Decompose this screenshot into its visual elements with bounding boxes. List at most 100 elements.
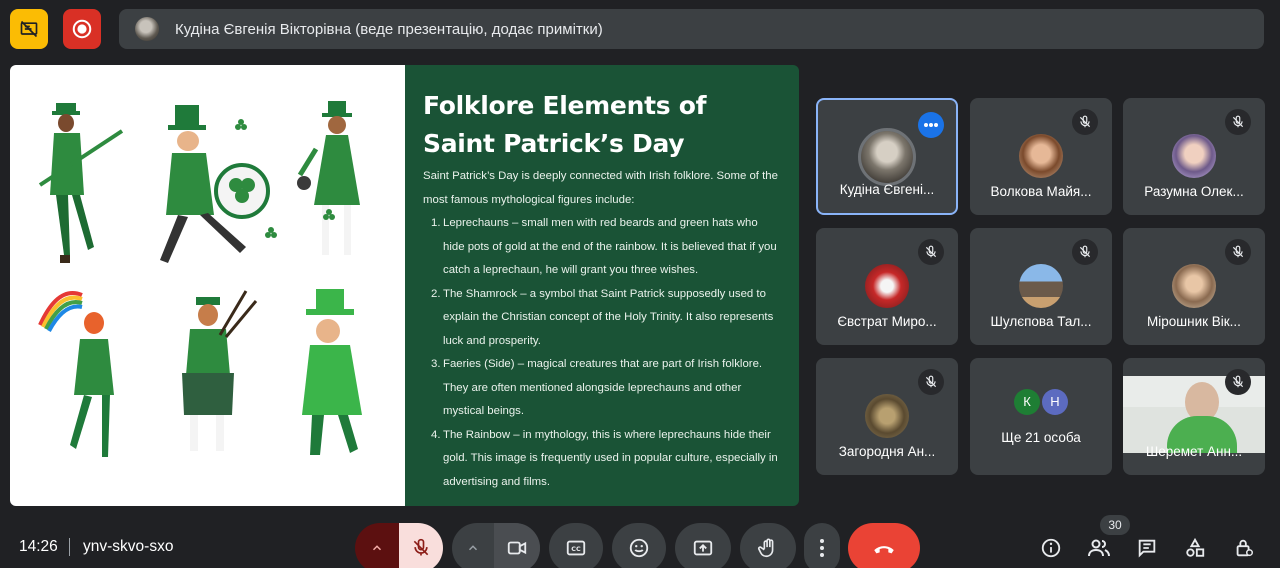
participant-name: Волкова Майя... xyxy=(990,184,1092,199)
mic-off-icon xyxy=(925,245,937,258)
clock: 14:26 xyxy=(19,538,58,555)
list-item-text: Faeries (Side) – magical creatures that … xyxy=(443,358,763,417)
slide-title-line2: Saint Patrick’s Day xyxy=(423,129,685,158)
people-icon xyxy=(1088,539,1110,557)
audio-options-button[interactable] xyxy=(355,523,399,568)
participant-tile-razumna[interactable]: Разумна Олек... xyxy=(1123,98,1265,215)
meeting-details-button[interactable] xyxy=(1039,536,1063,560)
participant-tile-volkova[interactable]: Волкова Майя... xyxy=(970,98,1112,215)
mic-off-indicator xyxy=(1072,109,1098,135)
avatar-initial: К xyxy=(1014,389,1040,415)
avatar xyxy=(1019,134,1063,178)
presenter-banner[interactable]: Кудіна Євгенія Вікторівна (веде презента… xyxy=(119,9,1264,49)
participant-tile-kudina[interactable]: Кудіна Євгені... xyxy=(816,98,958,215)
mic-off-icon xyxy=(1079,115,1091,128)
mic-off-indicator xyxy=(1072,239,1098,265)
participant-name: Разумна Олек... xyxy=(1144,184,1244,199)
list-item-text: The Shamrock – a symbol that Saint Patri… xyxy=(443,287,774,347)
record-icon xyxy=(72,19,92,39)
mic-off-indicator xyxy=(918,369,944,395)
chevron-up-icon xyxy=(372,545,382,551)
camera-control xyxy=(452,523,540,568)
avatar xyxy=(1172,264,1216,308)
participant-tile-yevstrat[interactable]: Євстрат Миро... xyxy=(816,228,958,345)
mic-off-indicator xyxy=(1225,109,1251,135)
video-options-button[interactable] xyxy=(452,523,494,568)
raise-hand-button[interactable] xyxy=(740,523,796,568)
more-horiz-icon xyxy=(924,123,938,127)
list-item: 2. The Shamrock – a symbol that Saint Pat… xyxy=(423,283,781,354)
slide-list: 1. Leprechauns – small men with red beard… xyxy=(423,212,781,494)
participant-name: Ще 21 особа xyxy=(1001,430,1081,445)
camera-icon xyxy=(507,541,527,555)
list-item: 1. Leprechauns – small men with red beard… xyxy=(423,212,781,283)
slide-text-panel: Folklore Elements of Saint Patrick’s Day… xyxy=(405,65,799,506)
no-presentation-icon xyxy=(20,20,38,38)
emoji-button[interactable] xyxy=(612,523,666,568)
emoji-icon xyxy=(629,538,649,558)
svg-text:CC: CC xyxy=(571,545,581,553)
participant-tile-zahorodnia[interactable]: Загородня Ан... xyxy=(816,358,958,475)
people-button[interactable] xyxy=(1087,536,1111,560)
participant-name: Євстрат Миро... xyxy=(837,314,937,329)
mic-off-indicator xyxy=(1225,239,1251,265)
mic-toggle-button[interactable] xyxy=(399,523,443,568)
avatar xyxy=(1019,264,1063,308)
mic-off-indicator xyxy=(1225,369,1251,395)
presentation-slide: Folklore Elements of Saint Patrick’s Day… xyxy=(10,65,799,506)
recording-button[interactable] xyxy=(63,9,101,49)
avatar xyxy=(858,128,916,186)
more-options-button[interactable] xyxy=(918,112,944,138)
chevron-up-icon xyxy=(468,545,478,551)
mic-control xyxy=(355,523,443,568)
participant-name: Загородня Ан... xyxy=(838,444,936,459)
leprechaun-illustrations xyxy=(38,101,362,457)
captions-icon: CC xyxy=(566,540,586,556)
slide-body: Saint Patrick’s Day is deeply connected … xyxy=(423,165,781,494)
list-item-number: 4. xyxy=(431,428,441,441)
activities-icon xyxy=(1186,537,1205,557)
host-controls-icon xyxy=(1236,539,1253,557)
slide-title-line1: Folklore Elements of xyxy=(423,91,707,120)
presentation-off-button[interactable] xyxy=(10,9,48,49)
camera-toggle-button[interactable] xyxy=(494,523,540,568)
slide-title: Folklore Elements of Saint Patrick’s Day xyxy=(423,87,781,163)
present-button[interactable] xyxy=(675,523,731,568)
participant-name: Шулєпова Тал... xyxy=(990,314,1092,329)
presenter-text: Кудіна Євгенія Вікторівна (веде презента… xyxy=(175,20,603,38)
participant-name: Кудіна Євгені... xyxy=(839,182,935,197)
participant-tile-more-people[interactable]: К Н Ще 21 особа xyxy=(970,358,1112,475)
participant-name: Мірошник Вік... xyxy=(1147,314,1241,329)
avatar xyxy=(865,394,909,438)
activities-button[interactable] xyxy=(1183,536,1207,560)
participant-tile-shulepova[interactable]: Шулєпова Тал... xyxy=(970,228,1112,345)
participant-tile-miroshnyk[interactable]: Мірошник Вік... xyxy=(1123,228,1265,345)
captions-button[interactable]: CC xyxy=(549,523,603,568)
chat-icon xyxy=(1138,539,1156,558)
raise-hand-icon xyxy=(758,538,774,558)
divider xyxy=(69,538,70,556)
leave-call-button[interactable] xyxy=(848,523,920,568)
list-item: 4. The Rainbow – in mythology, this is wh… xyxy=(423,424,781,495)
people-count-badge: 30 xyxy=(1100,515,1130,535)
avatar-initial: Н xyxy=(1042,389,1068,415)
list-item-number: 2. xyxy=(431,287,441,300)
info-icon xyxy=(1041,538,1061,558)
mic-off-icon xyxy=(1232,115,1244,128)
list-item: 3. Faeries (Side) – magical creatures tha… xyxy=(423,353,781,424)
participant-tile-sheremet[interactable]: Шеремет Анн... xyxy=(1123,358,1265,475)
present-icon xyxy=(693,540,713,556)
avatar xyxy=(135,17,159,41)
participant-name: Шеремет Анн... xyxy=(1145,444,1243,459)
host-controls-button[interactable] xyxy=(1232,536,1256,560)
mic-off-icon xyxy=(1079,245,1091,258)
more-options-button[interactable] xyxy=(804,523,840,568)
mic-off-icon xyxy=(1232,245,1244,258)
avatar xyxy=(865,264,909,308)
avatar xyxy=(1172,134,1216,178)
list-item-text: The Rainbow – in mythology, this is wher… xyxy=(443,428,778,488)
chat-button[interactable] xyxy=(1135,536,1159,560)
mic-off-icon xyxy=(413,538,429,556)
call-end-icon xyxy=(874,546,894,554)
mic-off-icon xyxy=(925,375,937,388)
